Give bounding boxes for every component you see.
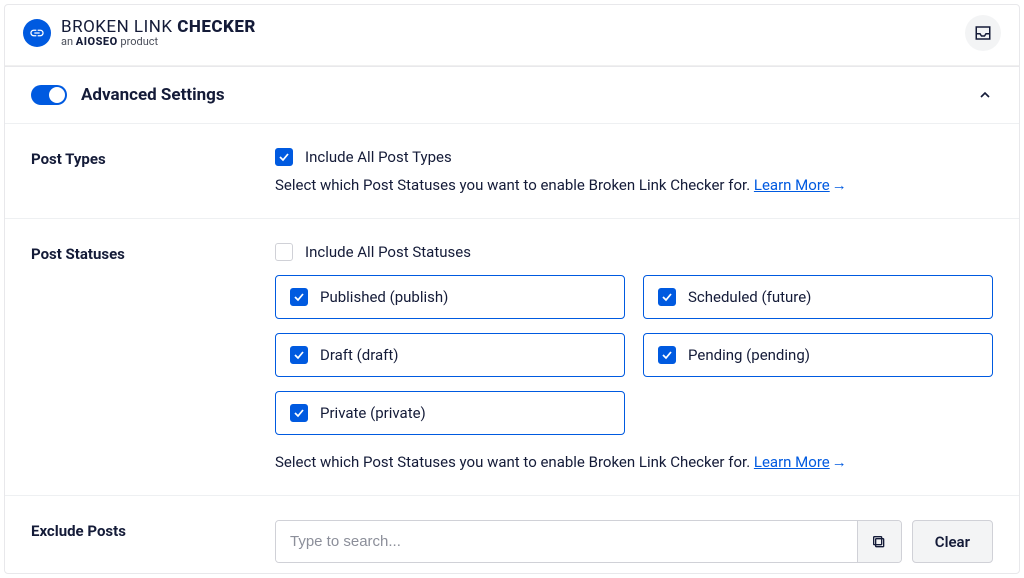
app-title-block: BROKEN LINK CHECKER an AIOSEO product <box>61 18 256 49</box>
status-published[interactable]: Published (publish) <box>275 275 625 319</box>
section-post-statuses: Post Statuses Include All Post Statuses … <box>5 219 1019 496</box>
include-all-post-types-row[interactable]: Include All Post Types <box>275 148 993 166</box>
post-statuses-helper: Select which Post Statuses you want to e… <box>275 453 993 471</box>
app-header: BROKEN LINK CHECKER an AIOSEO product <box>5 5 1019 66</box>
include-all-post-types-label: Include All Post Types <box>305 148 452 166</box>
panel-title: Advanced Settings <box>81 85 225 105</box>
include-all-post-statuses-row[interactable]: Include All Post Statuses <box>275 243 993 261</box>
inbox-button[interactable] <box>965 15 1001 51</box>
status-draft[interactable]: Draft (draft) <box>275 333 625 377</box>
app-title: BROKEN LINK CHECKER <box>61 18 256 37</box>
exclude-search-input[interactable] <box>276 521 857 562</box>
status-private-checkbox[interactable] <box>290 404 308 422</box>
status-published-label: Published (publish) <box>320 288 448 306</box>
post-statuses-learn-more-link[interactable]: Learn More <box>754 453 830 471</box>
app-subtitle: an AIOSEO product <box>61 36 256 48</box>
section-post-types: Post Types Include All Post Types Select… <box>5 124 1019 219</box>
status-pending-checkbox[interactable] <box>658 346 676 364</box>
include-all-post-statuses-checkbox[interactable] <box>275 243 293 261</box>
arrow-right-icon: → <box>832 176 847 194</box>
status-published-checkbox[interactable] <box>290 288 308 306</box>
panel-header[interactable]: Advanced Settings <box>5 67 1019 124</box>
exclude-database-button[interactable] <box>857 521 901 562</box>
post-types-learn-more-link[interactable]: Learn More <box>754 176 830 194</box>
clear-button-label: Clear <box>935 533 970 551</box>
app-logo-icon <box>23 19 51 47</box>
post-statuses-grid: Published (publish) Scheduled (future) D… <box>275 275 993 435</box>
advanced-settings-toggle[interactable] <box>31 85 67 105</box>
clear-button[interactable]: Clear <box>912 520 993 563</box>
status-private-label: Private (private) <box>320 404 426 422</box>
status-scheduled[interactable]: Scheduled (future) <box>643 275 993 319</box>
inbox-icon <box>974 24 992 42</box>
section-exclude-posts: Exclude Posts Clear <box>5 496 1019 574</box>
status-private[interactable]: Private (private) <box>275 391 625 435</box>
chevron-up-icon[interactable] <box>977 87 993 103</box>
include-all-post-statuses-label: Include All Post Statuses <box>305 243 471 261</box>
include-all-post-types-checkbox[interactable] <box>275 148 293 166</box>
status-draft-label: Draft (draft) <box>320 346 399 364</box>
database-icon <box>871 534 887 550</box>
status-scheduled-checkbox[interactable] <box>658 288 676 306</box>
post-types-helper: Select which Post Statuses you want to e… <box>275 176 993 194</box>
exclude-posts-label: Exclude Posts <box>31 520 275 563</box>
status-scheduled-label: Scheduled (future) <box>688 288 811 306</box>
status-pending[interactable]: Pending (pending) <box>643 333 993 377</box>
status-pending-label: Pending (pending) <box>688 346 810 364</box>
arrow-right-icon: → <box>832 453 847 471</box>
exclude-search-wrap <box>275 520 902 563</box>
post-types-label: Post Types <box>31 148 275 194</box>
post-statuses-label: Post Statuses <box>31 243 275 471</box>
status-draft-checkbox[interactable] <box>290 346 308 364</box>
